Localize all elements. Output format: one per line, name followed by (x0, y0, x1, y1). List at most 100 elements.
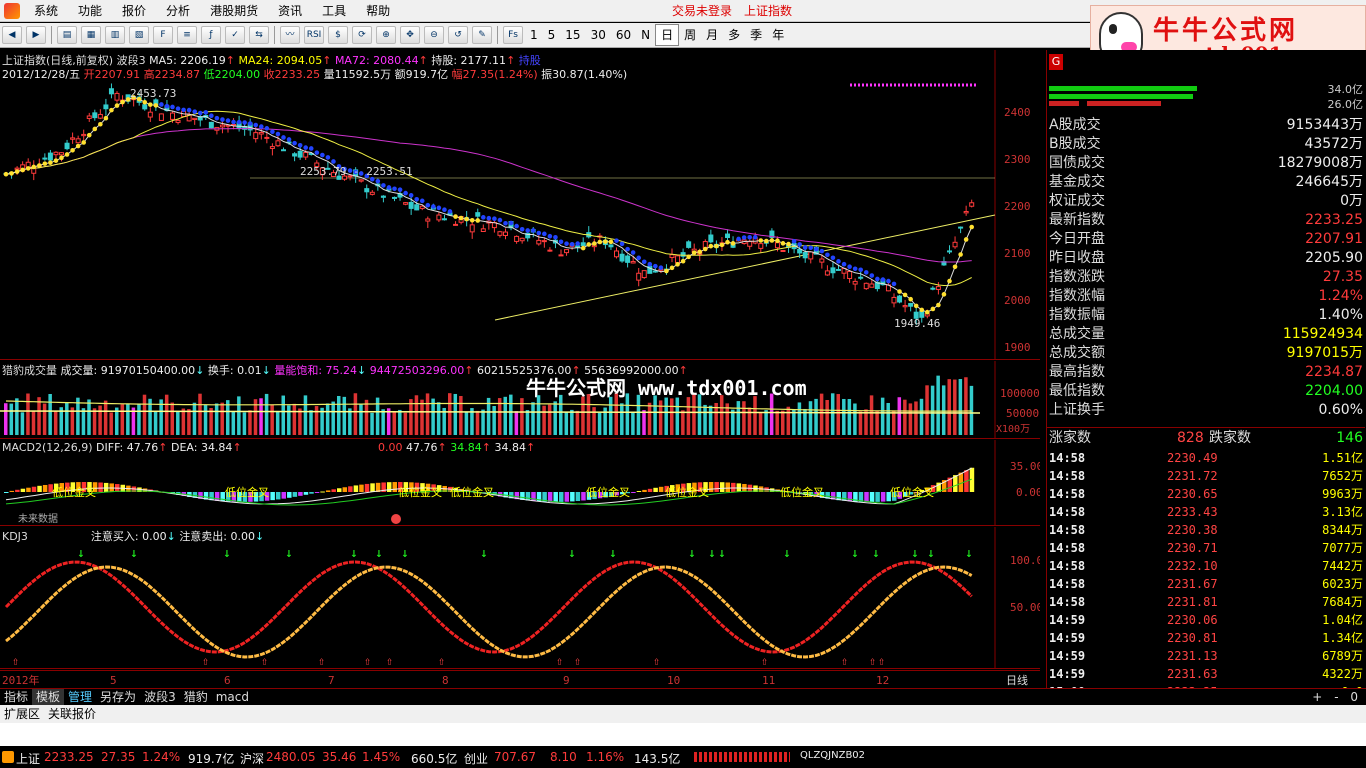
menu-function[interactable]: 功能 (68, 0, 112, 22)
tab-extension[interactable]: 扩展区 (0, 705, 44, 723)
money-icon[interactable]: $ (328, 26, 348, 44)
zoom-plus-button[interactable]: + (1308, 690, 1326, 704)
zoom-reset-button[interactable]: 0 (1346, 690, 1362, 704)
volume-bar (775, 410, 779, 435)
kdj-panel[interactable]: KDJ3 注意买入: 0.00↓ 注意卖出: 0.00↓ ↓ ↓ ↓ ↓ ↓ ↓ ↓ ↓ ↓ ↓ ↓… (0, 527, 1040, 669)
band-dot (25, 166, 31, 171)
menu-tools[interactable]: 工具 (312, 0, 356, 22)
tab-related-quote[interactable]: 关联报价 (44, 705, 100, 723)
macd-bar (37, 485, 42, 492)
period-1min[interactable]: 1 (525, 25, 543, 45)
period-quarter[interactable]: 季 (745, 25, 767, 45)
buy-arrow-icon: ⇧ (574, 654, 581, 668)
candle (369, 191, 375, 195)
band-dot (891, 281, 897, 287)
band-dot (819, 248, 825, 254)
macd-bar (103, 482, 109, 492)
fs-button[interactable]: Fs (503, 26, 523, 44)
menu-analysis[interactable]: 分析 (156, 0, 200, 22)
menu-quote[interactable]: 报价 (112, 0, 156, 22)
volume-bar (37, 397, 41, 435)
macd-bar (298, 492, 303, 496)
menu-news[interactable]: 资讯 (268, 0, 312, 22)
rsi-button[interactable]: RSI (304, 26, 324, 44)
refresh-icon[interactable]: ⟳ (352, 26, 372, 44)
select-icon[interactable]: ✓ (225, 26, 245, 44)
period-multi[interactable]: 多 (723, 25, 745, 45)
volume-bar (403, 412, 408, 435)
tab-macd[interactable]: macd (212, 689, 253, 705)
macd-bar (370, 483, 375, 492)
period-year[interactable]: 年 (767, 25, 789, 45)
candle (558, 254, 564, 257)
volume-bar (897, 397, 902, 435)
tab-save-as[interactable]: 另存为 (96, 689, 140, 705)
doc-icon[interactable]: ≡ (177, 26, 197, 44)
trade-price: 2230.49 (1167, 451, 1218, 465)
volume-bar (947, 379, 951, 435)
band-dot (830, 255, 836, 261)
stock-terminal-window: 系统 功能 报价 分析 港股期货 资讯 工具 帮助 交易未登录 上证指数 ◀ ▶… (0, 0, 1366, 768)
zoom-minus-button[interactable]: - (1330, 690, 1342, 704)
tab-indicator[interactable]: 指标 (0, 689, 32, 705)
undo-icon[interactable]: ↺ (448, 26, 468, 44)
candle (802, 252, 808, 259)
period-week[interactable]: 周 (679, 25, 701, 45)
code-badge: G (1049, 54, 1063, 70)
formula-icon[interactable]: ƒ (201, 26, 221, 44)
volume-bar (830, 393, 835, 435)
finance-icon[interactable]: F (153, 26, 173, 44)
move-icon[interactable]: ✥ (400, 26, 420, 44)
menu-hk-futures[interactable]: 港股期货 (200, 0, 268, 22)
trade-row: 14:58 2233.43 3.13亿 (1047, 503, 1365, 521)
band-dot (714, 243, 719, 249)
menu-help[interactable]: 帮助 (356, 0, 400, 22)
tab-template[interactable]: 模板 (32, 689, 65, 705)
stat-value: 0.60% (1318, 402, 1363, 418)
quote-list-icon[interactable]: ▤ (57, 26, 77, 44)
candle (824, 270, 830, 276)
menu-system[interactable]: 系统 (24, 0, 68, 22)
compare-icon[interactable]: ⇆ (249, 26, 269, 44)
tab-liebao[interactable]: 猎豹 (180, 689, 212, 705)
macd-bar (725, 482, 730, 492)
period-15min[interactable]: 15 (560, 25, 585, 45)
macd-bar (9, 490, 15, 492)
macd-bar (869, 492, 875, 502)
trade-login-status[interactable]: 交易未登录 (672, 0, 732, 22)
ytick-2400: 2400 (1004, 106, 1031, 119)
volume-panel[interactable]: 猎豹成交量 成交量: 91970150400.00↓ 换手: 0.01↓ 量能饱… (0, 361, 1040, 439)
trade-row: 14:58 2231.67 6023万 (1047, 575, 1365, 593)
tab-manage[interactable]: 管理 (64, 689, 96, 705)
period-day[interactable]: 日 (655, 24, 680, 46)
volume-bar (941, 385, 946, 435)
band-dot (769, 238, 775, 243)
zoom-in-icon[interactable]: ⊕ (376, 26, 396, 44)
draw-icon[interactable]: ✎ (472, 26, 492, 44)
status-cy-pct: 1.16% (586, 750, 625, 764)
tab-boduan3[interactable]: 波段3 (140, 689, 180, 705)
band-dot (242, 120, 247, 125)
zoom-out-icon[interactable]: ⊖ (424, 26, 444, 44)
report-icon[interactable]: ▧ (129, 26, 149, 44)
chart-icon[interactable]: ▥ (105, 26, 125, 44)
back-icon[interactable]: ◀ (2, 26, 22, 44)
kline-panel[interactable]: 上证指数(日线,前复权) 波段3 MA5: 2206.19↑ MA24: 209… (0, 50, 1040, 360)
period-month[interactable]: 月 (701, 25, 723, 45)
period-60min[interactable]: 60 (611, 25, 636, 45)
period-n[interactable]: N (636, 25, 655, 45)
period-30min[interactable]: 30 (586, 25, 611, 45)
forward-icon[interactable]: ▶ (26, 26, 46, 44)
signal-ball (391, 514, 401, 524)
kline-icon[interactable]: 〰 (280, 26, 300, 44)
period-5min[interactable]: 5 (543, 25, 561, 45)
volume-bar (925, 385, 929, 435)
volume-bar (359, 403, 363, 435)
band-dot (836, 259, 841, 264)
band-dot (320, 152, 325, 158)
candle (725, 233, 730, 239)
grid-icon[interactable]: ▦ (81, 26, 101, 44)
macd-panel[interactable]: MACD2(12,26,9) DIFF: 47.76↑ DEA: 34.84↑ … (0, 440, 1040, 526)
band-dot (408, 193, 414, 198)
volume-bar (98, 405, 102, 435)
